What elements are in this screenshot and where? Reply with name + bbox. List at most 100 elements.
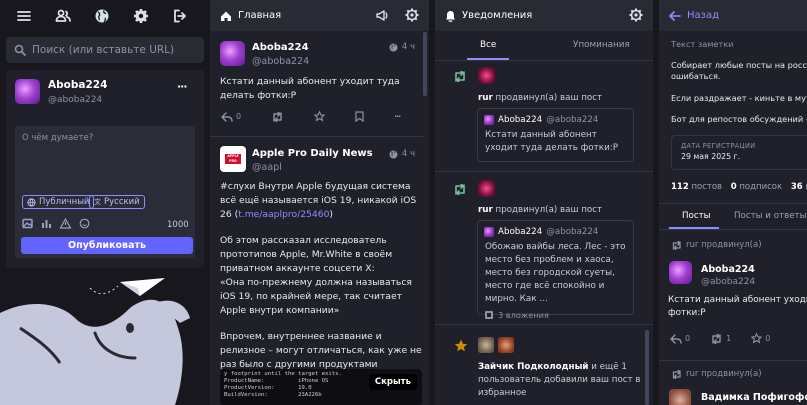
scrollbar[interactable] (645, 330, 649, 405)
people-icon[interactable] (55, 8, 71, 24)
bookmark-button[interactable] (355, 111, 364, 122)
home-header[interactable]: Главная (210, 0, 429, 31)
notification-user[interactable]: rur (478, 205, 493, 215)
boost-label: rur продвинул(а) (671, 369, 762, 379)
notification-action: продвинул(а) ваш пост (492, 93, 603, 103)
language-button[interactable]: 文 Русский (89, 195, 145, 209)
more-button[interactable]: ··· (394, 112, 401, 121)
status-post[interactable]: APPLE PRO DAILY Apple Pro Daily News @aa… (210, 137, 423, 405)
code-line: BuildVersion: 23A226b (224, 392, 322, 398)
notification-text: rur продвинул(а) ваш пост (478, 205, 602, 215)
post-actions: 0 ··· (221, 111, 401, 122)
profile-name[interactable]: Aboba224 (48, 79, 107, 91)
publish-button[interactable]: Опубликовать (21, 237, 193, 254)
favourite-button[interactable] (314, 111, 326, 122)
author-handle: @aboba224 (252, 56, 310, 67)
image-icon[interactable] (22, 218, 33, 229)
bio-line: Бот для репостов обсуждений - @p (671, 114, 807, 125)
status-post[interactable]: rur продвинул(а) Aboba224 @aboba224 Кста… (659, 230, 807, 360)
tab-mentions[interactable]: Упоминания (573, 40, 630, 50)
author-name[interactable]: Apple Pro Daily News (252, 148, 373, 159)
globe-icon[interactable] (94, 8, 110, 24)
notification-text: Зайчик Подколодный и ещё 1 пользователь … (478, 361, 648, 400)
profile-header[interactable]: Назад (659, 0, 807, 31)
avatar[interactable] (498, 337, 514, 353)
code-line: y footprint until the target exits. (224, 371, 342, 377)
emoji-icon[interactable] (79, 218, 90, 229)
post-time[interactable]: 4 ч (402, 42, 415, 52)
avatar[interactable] (220, 41, 245, 66)
more-options-button[interactable]: ··· (177, 80, 188, 93)
status-post[interactable]: Aboba224 @aboba224 4 ч Кстати данный або… (210, 32, 423, 136)
boost-button[interactable] (271, 111, 284, 122)
profile-stats: 112 постов 0 подписок 36 по (671, 182, 807, 192)
avatar[interactable] (669, 389, 691, 405)
gear-icon[interactable] (133, 8, 149, 24)
boost-icon (671, 240, 682, 250)
posts-stat[interactable]: 112 постов (671, 182, 722, 192)
announcements-icon[interactable] (375, 9, 389, 22)
settings-icon[interactable] (405, 8, 419, 22)
favourite-button[interactable]: 0 (751, 333, 770, 344)
card-author: Aboba224 @aboba224 (484, 115, 627, 125)
notification-user[interactable]: Зайчик Подколодный (478, 362, 589, 372)
search-input[interactable] (32, 44, 192, 56)
avatar[interactable]: APPLE PRO DAILY (220, 146, 246, 172)
notification-user[interactable]: rur (478, 93, 493, 103)
scrollbar[interactable] (423, 32, 427, 96)
author-name[interactable]: Вадимка Пофигофф (701, 392, 807, 403)
post-link[interactable]: t.me/aaplpro/25460 (238, 209, 329, 220)
post-content: #слухи Внутри Apple будущая система всё … (220, 180, 422, 386)
note-input[interactable]: Текст заметки (671, 39, 733, 49)
notification-item[interactable]: rur продвинул(а) ваш пост Aboba224 @abob… (435, 172, 653, 324)
home-icon (220, 10, 232, 22)
globe-icon (27, 197, 36, 207)
poll-icon[interactable] (41, 218, 52, 229)
menu-icon[interactable] (16, 8, 32, 24)
attachments-count: 3 вложения (498, 310, 549, 320)
author-name[interactable]: Aboba224 (252, 42, 309, 53)
avatar[interactable] (478, 337, 494, 353)
logout-icon[interactable] (172, 8, 188, 24)
warning-icon[interactable] (60, 218, 71, 229)
boost-button[interactable]: 1 (710, 333, 731, 344)
visibility-button[interactable]: Публичный (22, 195, 95, 209)
following-stat[interactable]: 0 подписок (731, 182, 782, 192)
tab-posts-and-replies[interactable]: Посты и ответы (734, 211, 806, 221)
avatar[interactable] (669, 261, 692, 284)
avatar[interactable] (15, 79, 40, 104)
notification-item[interactable]: Зайчик Подколодный и ещё 1 пользователь … (435, 325, 653, 405)
avatar (484, 227, 494, 237)
hide-media-button[interactable]: Скрыть (368, 374, 417, 390)
reply-button[interactable]: 0 (670, 333, 690, 344)
tab-all[interactable]: Все (480, 40, 496, 50)
avatar[interactable] (478, 67, 495, 84)
compose-column: Aboba224 @aboba224 ··· О чём думаете? Пу… (0, 0, 204, 405)
avatar[interactable] (478, 180, 495, 197)
author-name[interactable]: Aboba224 (701, 264, 755, 275)
paragraph: Об этом рассказал исследователь прототип… (220, 235, 393, 274)
boost-icon (453, 184, 467, 195)
registration-field: ДАТА РЕГИСТРАЦИИ 29 мая 2025 г. (671, 135, 807, 170)
search-bar[interactable] (6, 37, 204, 63)
status-card[interactable]: Aboba224 @aboba224 Кстати данный абонент… (477, 108, 634, 162)
column-title: Уведомления (462, 10, 533, 21)
mascot-illustration (0, 268, 204, 405)
boost-text: rur продвинул(а) (686, 240, 762, 250)
image-icon (484, 310, 494, 320)
post-time[interactable]: 4 ч (402, 149, 415, 159)
reply-button[interactable]: 0 (221, 111, 241, 122)
notification-item[interactable]: rur продвинул(а) ваш пост Aboba224 @abob… (435, 61, 653, 171)
back-arrow-icon[interactable] (669, 10, 681, 21)
tab-posts[interactable]: Посты (682, 211, 711, 221)
notifications-header[interactable]: Уведомления (435, 0, 653, 31)
app-root: Aboba224 @aboba224 ··· О чём думаете? Пу… (0, 0, 807, 405)
settings-icon[interactable] (629, 8, 643, 22)
status-card[interactable]: Aboba224 @aboba224 Обожаю вайбы леса. Ле… (477, 220, 634, 320)
globe-icon (389, 43, 398, 52)
back-button[interactable]: Назад (687, 10, 719, 21)
post-actions: 0 1 0 (670, 333, 770, 344)
media-attachment[interactable]: y footprint until the target exits. Prod… (220, 369, 422, 405)
followers-stat[interactable]: 36 по (791, 182, 807, 192)
boost-label: rur продвинул(а) (671, 240, 762, 250)
